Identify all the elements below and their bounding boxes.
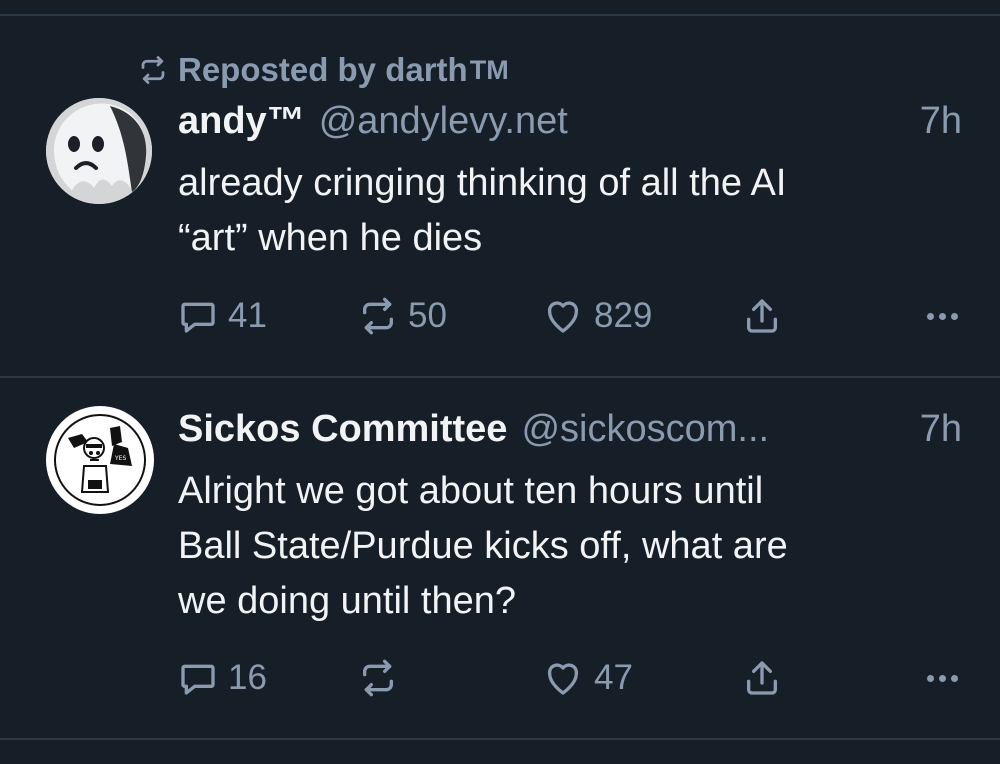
svg-text:YES: YES [114, 455, 126, 462]
display-name[interactable]: andy™ [178, 100, 305, 143]
avatar[interactable]: YES [46, 406, 154, 514]
post-text-line: already cringing thinking of all the AI [178, 162, 787, 204]
timestamp[interactable]: 7h [920, 408, 962, 451]
heart-icon [547, 663, 579, 695]
share-icon [747, 299, 777, 333]
repost-button[interactable]: 50 [358, 294, 447, 338]
action-bar: 16 47 [178, 656, 958, 700]
action-bar: 41 50 829 [178, 294, 958, 338]
repost-count: 50 [408, 296, 447, 335]
handle[interactable]: @sickoscom... [521, 408, 769, 451]
heart-icon [547, 301, 579, 333]
share-button[interactable] [742, 294, 792, 338]
repost-icon [141, 56, 165, 84]
reply-button[interactable]: 41 [178, 294, 267, 338]
post-text-line: Ball State/Purdue kicks off, what are [178, 525, 788, 567]
reply-icon [181, 664, 215, 695]
reply-button[interactable]: 16 [178, 656, 267, 700]
more-options-icon[interactable] [922, 294, 958, 338]
ghost-avatar-icon [46, 98, 152, 204]
feed: Reposted by darth TM andy™ @andylevy.net… [0, 0, 1000, 764]
handle[interactable]: @andylevy.net [319, 100, 568, 143]
reply-icon [181, 302, 215, 333]
repost-indicator[interactable]: Reposted by darth TM [138, 50, 509, 90]
more-options-icon[interactable] [922, 656, 958, 700]
repost-suffix: TM [469, 54, 509, 85]
avatar[interactable] [46, 98, 152, 204]
display-name[interactable]: Sickos Committee [178, 408, 507, 451]
repost-icon [363, 297, 393, 335]
sickos-logo-avatar-icon: YES [49, 409, 151, 511]
like-button[interactable]: 829 [542, 294, 652, 338]
timestamp[interactable]: 7h [920, 100, 962, 143]
post-text: already cringing thinking of all the AI … [178, 156, 962, 266]
post-text-line: we doing until then? [178, 580, 517, 622]
like-button[interactable]: 47 [542, 656, 633, 700]
post-text-line: “art” when he dies [178, 217, 483, 259]
like-count: 829 [594, 296, 653, 335]
reply-count: 16 [228, 658, 267, 697]
repost-button[interactable] [358, 656, 408, 700]
post-andy[interactable]: Reposted by darth TM andy™ @andylevy.net… [0, 0, 1000, 376]
share-button[interactable] [742, 656, 792, 700]
like-count: 47 [594, 658, 633, 697]
repost-label: Reposted by darth [178, 51, 468, 88]
post-text: Alright we got about ten hours until Bal… [178, 464, 962, 629]
reply-count: 41 [228, 296, 267, 335]
share-icon [747, 661, 777, 695]
divider [0, 738, 1000, 740]
post-sickos[interactable]: YES Sickos Committee @sickoscom... 7h Al… [0, 378, 1000, 738]
post-text-line: Alright we got about ten hours until [178, 470, 764, 512]
repost-icon [363, 659, 393, 697]
